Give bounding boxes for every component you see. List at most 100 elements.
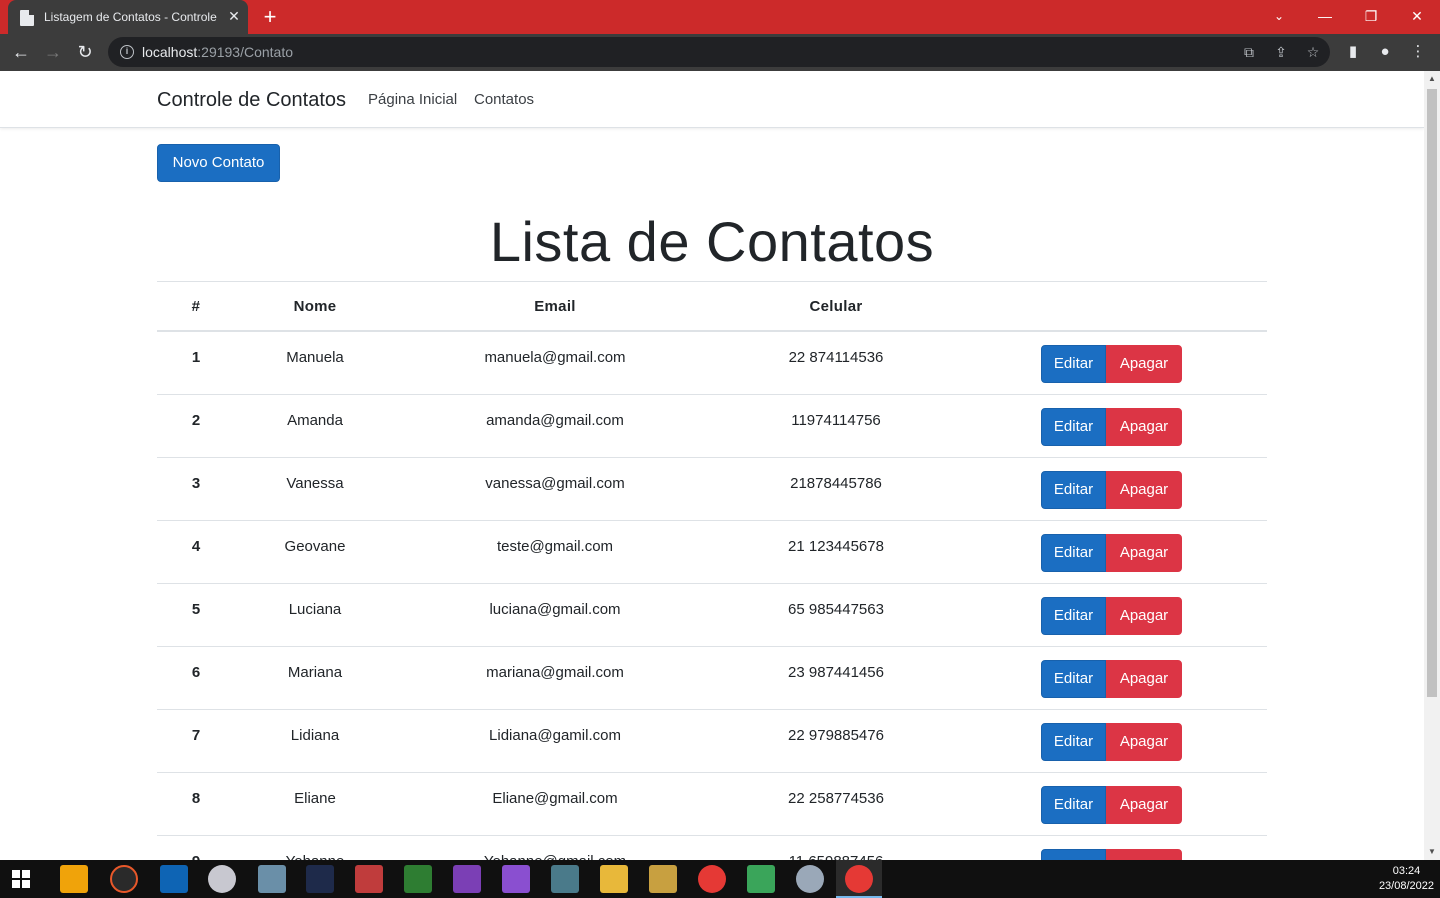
contact-id: 6 — [191, 664, 201, 681]
delete-button[interactable]: Apagar — [1106, 660, 1182, 698]
address-bar[interactable]: i localhost:29193/Contato ⧉ ⇪ ☆ — [108, 37, 1330, 67]
notepad-icon[interactable] — [747, 865, 775, 893]
nav-link-home[interactable]: Página Inicial — [368, 91, 457, 108]
table-row: 6 Mariana mariana@gmail.com 23 987441456 Edi… — [157, 647, 1267, 710]
file-explorer-icon[interactable] — [600, 865, 628, 893]
rider-icon[interactable] — [306, 865, 334, 893]
new-tab-icon[interactable]: + — [258, 5, 282, 29]
script-icon[interactable] — [404, 865, 432, 893]
app-navbar: Controle de Contatos Página Inicial Cont… — [0, 71, 1424, 128]
git-icon[interactable] — [649, 865, 677, 893]
menu-icon[interactable]: ⋮ — [1406, 40, 1430, 64]
table-row: 3 Vanessa vanessa@gmail.com 21878445786 Edit… — [157, 458, 1267, 521]
app-brand[interactable]: Controle de Contatos — [157, 89, 346, 112]
contact-nome: Geovane — [284, 538, 346, 555]
outlook-icon[interactable] — [60, 865, 88, 893]
row-actions: EditarApagar — [1041, 786, 1182, 824]
share-icon[interactable]: ⇪ — [1271, 42, 1291, 62]
row-actions: EditarApagar — [1041, 723, 1182, 761]
scrollbar-thumb[interactable] — [1427, 89, 1437, 697]
column-header-email: Email — [534, 298, 576, 315]
delete-button[interactable]: Apagar — [1106, 471, 1182, 509]
translate-icon[interactable]: ⧉ — [1239, 42, 1259, 62]
delete-button[interactable]: Apagar — [1106, 723, 1182, 761]
new-contact-button[interactable]: Novo Contato — [157, 144, 280, 182]
edit-button[interactable]: Editar — [1041, 597, 1106, 635]
taskbar-clock[interactable]: 03:24 23/08/2022 — [1379, 864, 1434, 894]
table-row: 7 Lidiana Lidiana@gamil.com 22 979885476 Edi… — [157, 710, 1267, 773]
restore-icon[interactable]: ❐ — [1348, 0, 1394, 34]
reload-icon[interactable]: ↻ — [72, 39, 98, 65]
package-icon[interactable] — [551, 865, 579, 893]
chrome-icon[interactable] — [698, 865, 726, 893]
paint-icon[interactable] — [208, 865, 236, 893]
delete-button[interactable]: Apagar — [1106, 786, 1182, 824]
contact-nome: Manuela — [286, 349, 344, 366]
edit-button[interactable]: Editar — [1041, 345, 1106, 383]
delete-button[interactable]: Apagar — [1106, 408, 1182, 446]
contact-celular: 65 985447563 — [788, 601, 884, 618]
contact-celular: 22 874114536 — [788, 349, 884, 366]
contact-email: manuela@gmail.com — [484, 349, 626, 366]
delete-button[interactable]: Apagar — [1106, 597, 1182, 635]
visual-studio-icon[interactable] — [453, 865, 481, 893]
vscode-icon[interactable] — [160, 865, 188, 893]
photos-icon[interactable] — [258, 865, 286, 893]
forward-icon[interactable]: → — [40, 39, 66, 65]
table-row: 4 Geovane teste@gmail.com 21 123445678 Edita… — [157, 521, 1267, 584]
contact-celular: 22 258774536 — [788, 790, 884, 807]
delete-button[interactable]: Apagar — [1106, 849, 1182, 860]
table-body: 1 Manuela manuela@gmail.com 22 874114536 Edi… — [157, 332, 1267, 860]
settings-gear-icon[interactable] — [796, 865, 824, 893]
column-header-id: # — [191, 298, 201, 315]
edit-button[interactable]: Editar — [1041, 723, 1106, 761]
profile-icon[interactable]: ● — [1373, 40, 1397, 64]
eclipse-icon[interactable] — [110, 865, 138, 893]
contact-id: 7 — [191, 727, 201, 744]
contact-id: 3 — [191, 475, 201, 492]
contact-email: Eliane@gmail.com — [492, 790, 618, 807]
edit-button[interactable]: Editar — [1041, 849, 1106, 860]
edit-button[interactable]: Editar — [1041, 408, 1106, 446]
edit-button[interactable]: Editar — [1041, 534, 1106, 572]
edit-button[interactable]: Editar — [1041, 471, 1106, 509]
contact-celular: 22 979885476 — [788, 727, 884, 744]
side-panel-icon[interactable]: ▮ — [1341, 40, 1365, 64]
browser-tab[interactable]: Listagem de Contatos - Controle ✕ — [8, 0, 248, 34]
bookmark-star-icon[interactable]: ☆ — [1303, 42, 1323, 62]
row-actions: EditarApagar — [1041, 471, 1182, 509]
close-window-icon[interactable]: ✕ — [1394, 0, 1440, 34]
windows-start-icon[interactable] — [12, 870, 30, 888]
chrome-active-icon[interactable] — [845, 865, 873, 893]
column-header-celular: Celular — [809, 298, 863, 315]
delete-button[interactable]: Apagar — [1106, 534, 1182, 572]
minimize-icon[interactable]: — — [1302, 0, 1348, 34]
visual-studio-2-icon[interactable] — [502, 865, 530, 893]
back-icon[interactable]: ← — [8, 39, 34, 65]
contact-email: teste@gmail.com — [496, 538, 614, 555]
scroll-down-icon[interactable]: ▼ — [1424, 844, 1440, 860]
contact-email: Yohanne@gmail.com — [395, 853, 715, 860]
contact-nome: Eliane — [294, 790, 336, 807]
scroll-up-icon[interactable]: ▲ — [1424, 71, 1440, 87]
contact-id: 8 — [191, 790, 201, 807]
tool-icon[interactable] — [355, 865, 383, 893]
tab-search-icon[interactable]: ⌄ — [1256, 0, 1302, 34]
table-row: 1 Manuela manuela@gmail.com 22 874114536 Edi… — [157, 332, 1267, 395]
edit-button[interactable]: Editar — [1041, 786, 1106, 824]
contact-celular: 23 987441456 — [788, 664, 884, 681]
site-info-icon[interactable]: i — [120, 45, 134, 59]
table-row: 2 Amanda amanda@gmail.com 11974114756 Editar… — [157, 395, 1267, 458]
close-tab-icon[interactable]: ✕ — [226, 8, 242, 24]
page-scrollbar[interactable]: ▲ ▼ — [1424, 71, 1440, 860]
contact-celular: 21 123445678 — [788, 538, 884, 555]
contact-celular: 11974114756 — [791, 412, 881, 429]
nav-link-contacts[interactable]: Contatos — [474, 91, 534, 108]
edit-button[interactable]: Editar — [1041, 660, 1106, 698]
delete-button[interactable]: Apagar — [1106, 345, 1182, 383]
column-header-nome: Nome — [293, 298, 337, 315]
url-text: localhost:29193/Contato — [142, 44, 294, 60]
row-actions: EditarApagar — [1041, 345, 1182, 383]
row-actions: EditarApagar — [1041, 597, 1182, 635]
tab-title: Listagem de Contatos - Controle — [44, 10, 217, 24]
